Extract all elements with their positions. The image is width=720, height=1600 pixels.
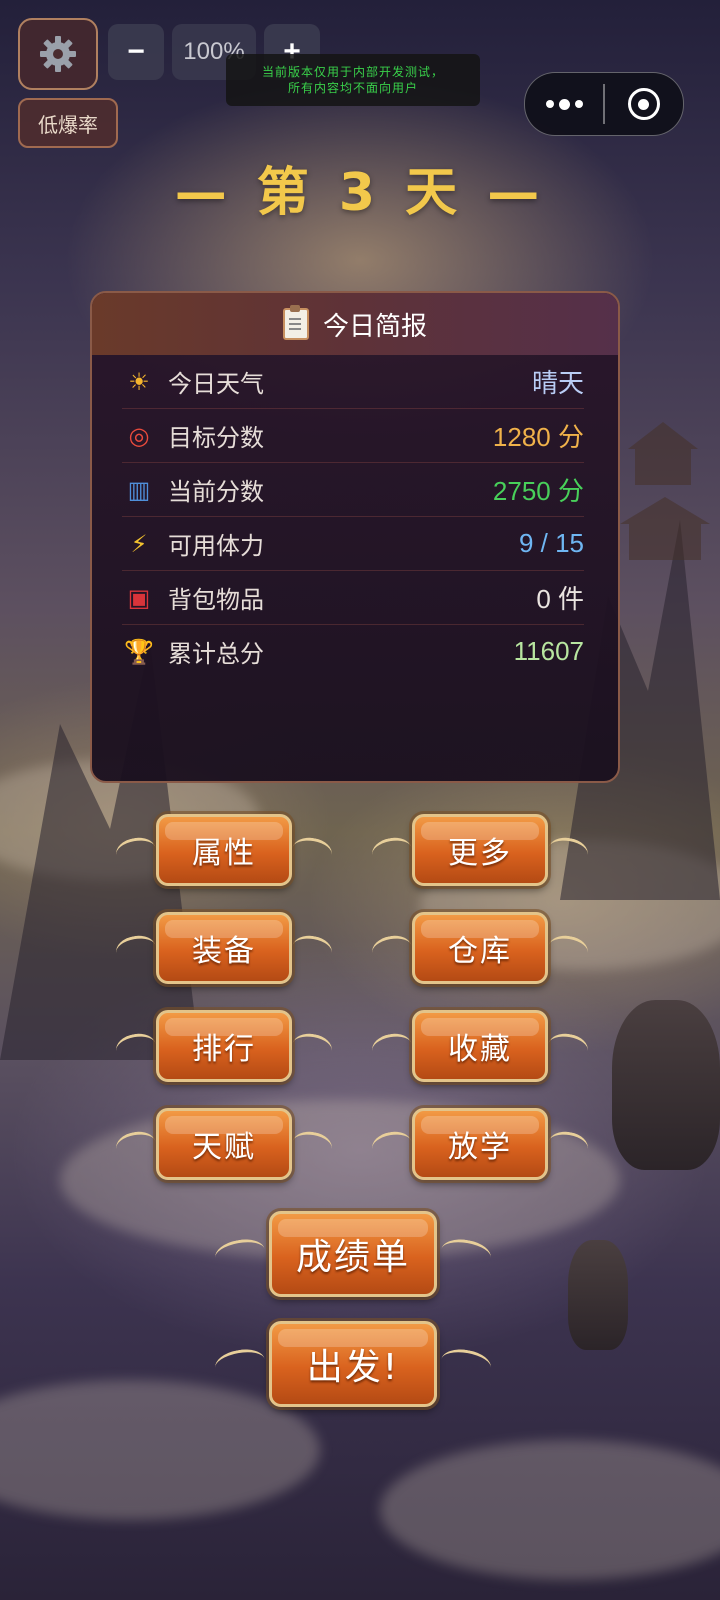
dev-notice-banner: 当前版本仅用于内部开发测试， 所有内容均不面向用户: [226, 54, 480, 106]
drop-rate-button[interactable]: 低爆率: [18, 98, 118, 148]
talent-button[interactable]: 天赋: [113, 1106, 335, 1182]
report-rows: ☀ 今日天气 晴天 ◎ 目标分数 1280 分 ▥ 当前分数 2750 分 ⚡ 可用体力 9 / 15…: [92, 355, 618, 678]
backpack-icon: ▣: [127, 583, 151, 612]
more-button[interactable]: 更多: [369, 812, 591, 888]
dev-notice-line: 当前版本仅用于内部开发测试，: [261, 65, 444, 79]
report-row: ▣ 背包物品 0 件: [122, 571, 584, 625]
clipboard-icon: [282, 305, 309, 340]
report-row-value: 0 件: [536, 584, 584, 614]
after-school-button[interactable]: 放学: [369, 1106, 591, 1182]
miniprogram-capsule: [524, 72, 684, 136]
report-row-value: 1280 分: [492, 422, 584, 452]
report-row: ◎ 目标分数 1280 分: [122, 409, 584, 463]
more-dots-icon[interactable]: [525, 73, 603, 135]
report-row-value: 11607: [513, 636, 584, 666]
collection-button[interactable]: 收藏: [369, 1008, 591, 1084]
day-title: — 第 3 天 —: [174, 163, 546, 223]
report-row-label: 当前分数: [168, 478, 264, 506]
sun-icon: ☀: [128, 367, 150, 396]
warehouse-label: 仓库: [412, 912, 548, 984]
report-row: ▥ 当前分数 2750 分: [122, 463, 584, 517]
ranking-label: 排行: [156, 1010, 292, 1082]
talent-label: 天赋: [156, 1108, 292, 1180]
target-close-icon[interactable]: [605, 73, 683, 135]
report-card-label: 成绩单: [269, 1211, 437, 1297]
report-row-label: 累计总分: [168, 640, 264, 668]
report-row: ⚡ 可用体力 9 / 15: [122, 517, 584, 571]
zoom-out-button[interactable]: −: [108, 24, 164, 80]
report-row-value: 9 / 15: [518, 528, 584, 558]
report-row-label: 今日天气: [168, 370, 264, 398]
panel-header: 今日简报: [92, 293, 618, 355]
settings-button[interactable]: [18, 18, 98, 90]
more-label: 更多: [412, 814, 548, 886]
ranking-button[interactable]: 排行: [113, 1008, 335, 1084]
collection-label: 收藏: [412, 1010, 548, 1082]
equipment-button[interactable]: 装备: [113, 910, 335, 986]
lightning-icon: ⚡: [130, 529, 148, 558]
depart-button[interactable]: 出发!: [213, 1316, 493, 1412]
warehouse-button[interactable]: 仓库: [369, 910, 591, 986]
after-school-label: 放学: [412, 1108, 548, 1180]
report-row-label: 可用体力: [168, 532, 264, 560]
gear-icon: [40, 36, 76, 72]
report-row: ☀ 今日天气 晴天: [122, 355, 584, 409]
bar-chart-icon: ▥: [127, 475, 151, 504]
report-row-label: 背包物品: [168, 586, 264, 614]
attributes-button[interactable]: 属性: [113, 812, 335, 888]
daily-report-panel: 今日简报 ☀ 今日天气 晴天 ◎ 目标分数 1280 分 ▥ 当前分数 2750 分 ⚡ 可用体力 9…: [90, 291, 620, 783]
attributes-label: 属性: [156, 814, 292, 886]
dev-notice-line: 所有内容均不面向用户: [287, 81, 418, 95]
report-row: 🏆 累计总分 11607: [122, 625, 584, 678]
equipment-label: 装备: [156, 912, 292, 984]
panel-title: 今日简报: [322, 311, 427, 342]
report-card-button[interactable]: 成绩单: [213, 1206, 493, 1302]
report-row-label: 目标分数: [168, 424, 264, 452]
report-row-value: 2750 分: [492, 476, 584, 506]
depart-label: 出发!: [269, 1321, 437, 1407]
target-icon: ◎: [128, 421, 150, 450]
report-row-value: 晴天: [531, 368, 584, 398]
trophy-icon: 🏆: [124, 637, 154, 666]
